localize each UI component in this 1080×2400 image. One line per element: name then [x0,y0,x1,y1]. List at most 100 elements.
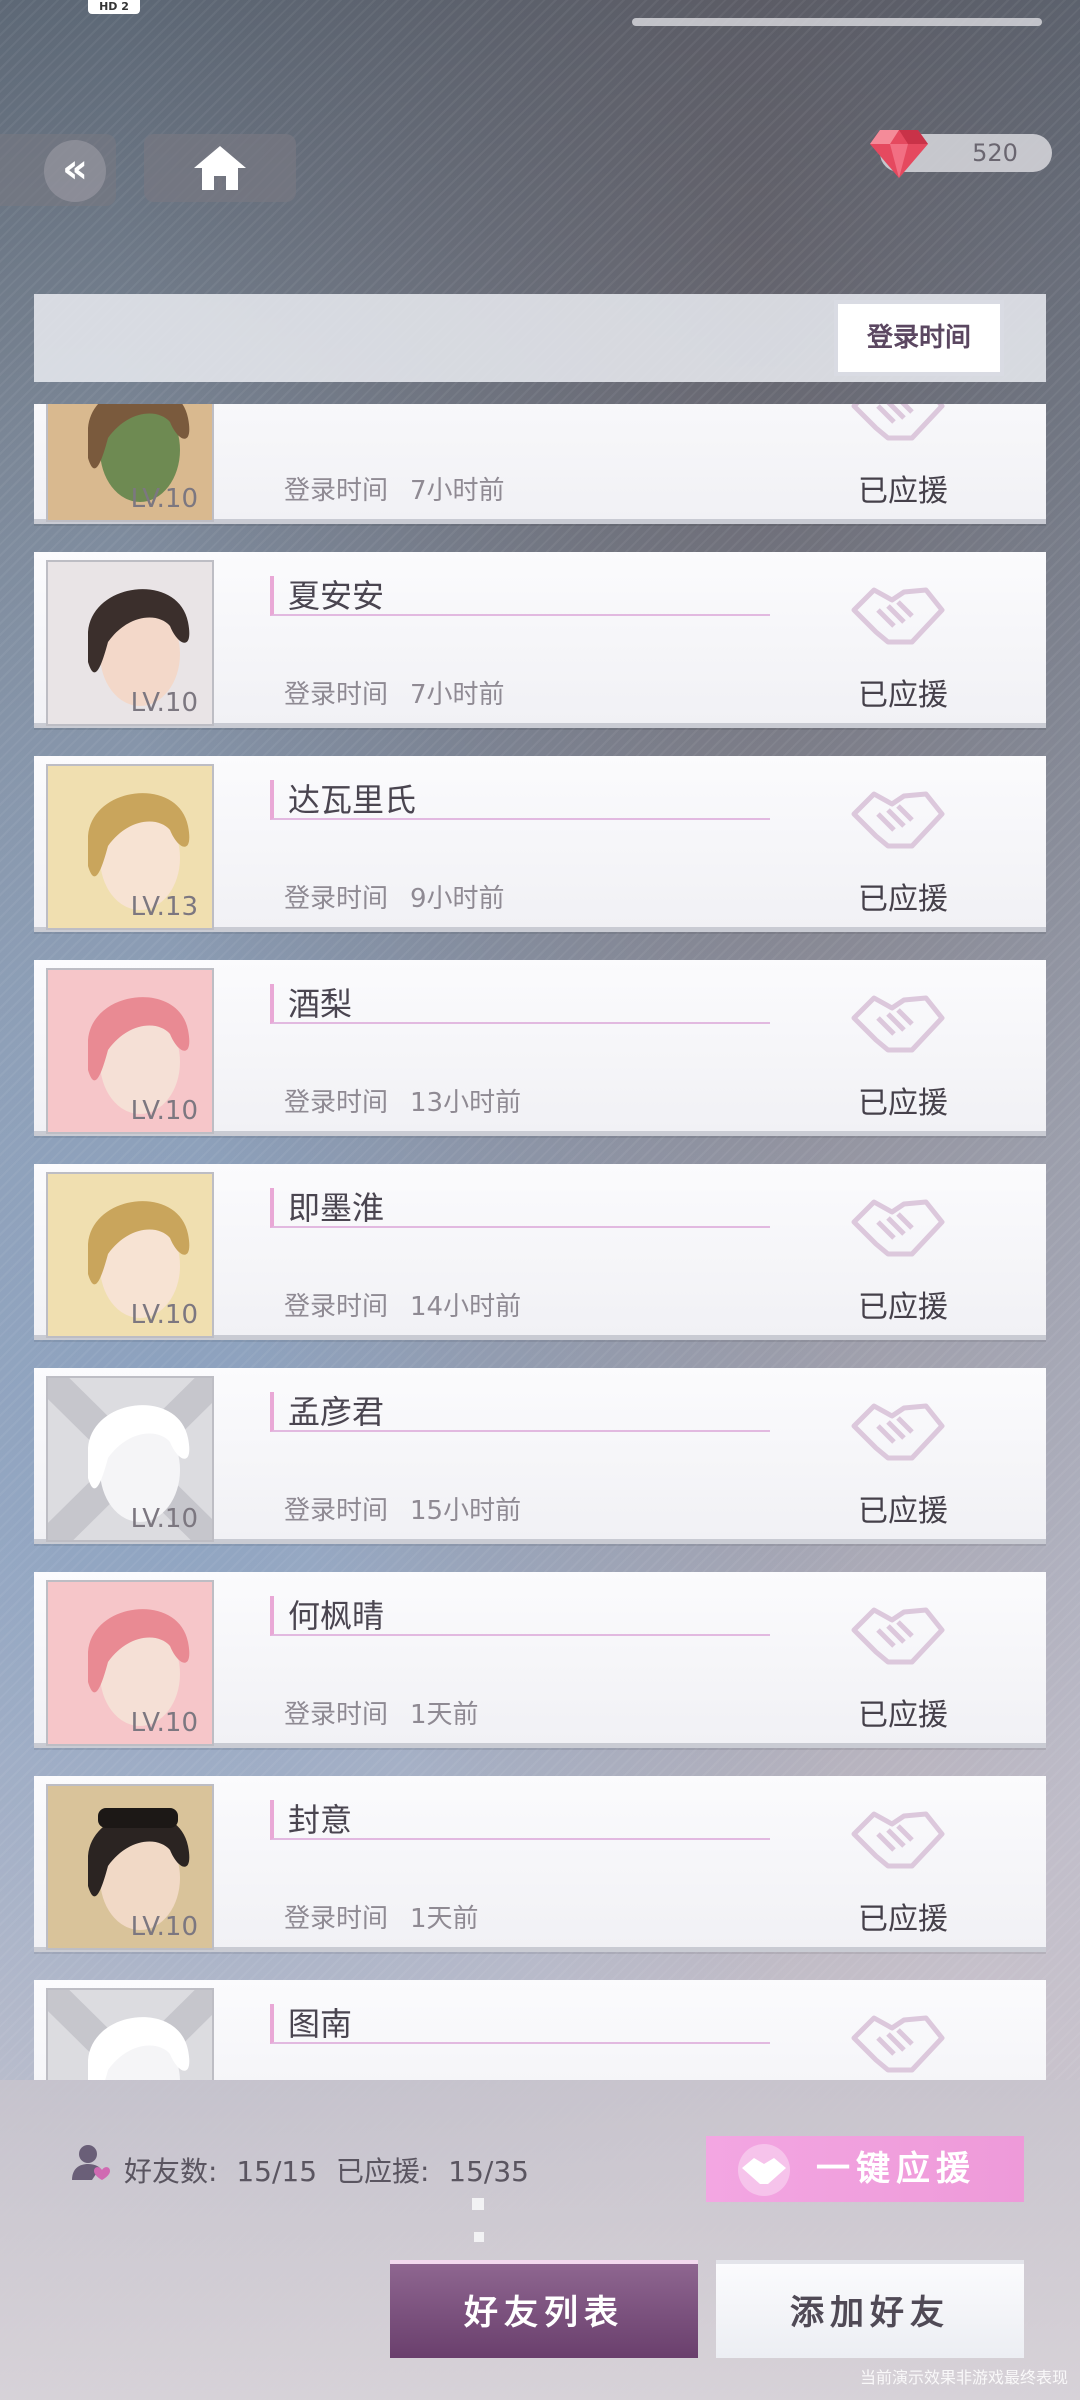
handshake-icon [851,791,945,849]
friend-row[interactable]: LV.13 达瓦里氏登录时间 9小时前 已应援 [34,756,1046,932]
status-bar: HD 2 [0,0,1080,26]
avatar[interactable]: LV.10 [46,1172,214,1338]
level-badge: LV.13 [130,892,198,922]
friend-row[interactable]: LV.10 封意登录时间 1天前 已应援 [34,1776,1046,1952]
friend-count-value: 15/15 [236,2155,318,2188]
login-time-value: 13小时前 [410,1088,522,1118]
friend-name: 图南 [288,2005,353,2043]
friend-row[interactable]: LV.10 何枫晴登录时间 1天前 已应援 [34,1572,1046,1748]
name-bar: 何枫晴 [270,1596,770,1636]
avatar[interactable]: LV.13 [46,764,214,930]
login-time-label: 登录时间 [284,884,389,914]
home-button[interactable] [144,134,296,202]
handshake-icon [851,1199,945,1257]
page-indicator-dot [472,2198,484,2210]
support-status: 已应援 [858,1290,948,1325]
friend-name: 何枫晴 [288,1597,385,1635]
friend-name: 孟彦君 [288,1393,385,1431]
login-time-value: 7小时前 [410,680,505,710]
login-time-label: 登录时间 [284,1088,389,1118]
friend-name: 夏安安 [288,577,385,615]
handshake-icon [851,1811,945,1869]
home-icon [194,146,246,190]
friend-name: 封意 [288,1801,353,1839]
portrait-placeholder-image [48,1990,212,2080]
login-time-label: 登录时间 [284,1904,389,1934]
friend-count-icon [72,2145,110,2180]
diamond-count: 520 [972,139,1018,167]
handshake-icon [851,587,945,645]
supported-value: 15/35 [448,2155,529,2188]
avatar[interactable]: LV.10 [46,560,214,726]
name-bar: 酒梨 [270,984,770,1024]
level-badge: LV.10 [130,484,198,514]
level-badge: LV.10 [130,1708,198,1738]
friend-list[interactable]: LV.10 登录时间 7小时前 已应援 LV.10 夏安安 登录时间 7小时前 已应援 LV.13… [34,404,1046,2080]
support-status: 已应援 [858,678,948,713]
diamond-counter[interactable]: 520 [870,130,1052,178]
friend-row[interactable]: LV.10 夏安安登录时间 7小时前 已应援 [34,552,1046,728]
name-bar: 孟彦君 [270,1392,770,1432]
avatar[interactable]: LV.10 [46,404,214,522]
handshake-icon [851,1403,945,1461]
support-status: 已应援 [858,882,948,917]
handshake-icon [851,1607,945,1665]
tab-friend-list[interactable]: 好友列表 [390,2260,698,2358]
login-time-value: 1天前 [410,1700,479,1730]
level-badge: LV.10 [130,1912,198,1942]
support-status: 已应援 [858,1086,948,1121]
friend-row[interactable]: LV.10 孟彦君登录时间 15小时前 已应援 [34,1368,1046,1544]
one-click-support-button[interactable]: 一键应援 [706,2136,1024,2202]
login-time-value: 9小时前 [410,884,505,914]
friend-count-label: 好友数: [124,2155,218,2188]
avatar[interactable]: LV.5 [46,1988,214,2080]
tab-add-friend[interactable]: 添加好友 [716,2260,1024,2358]
name-bar: 即墨淮 [270,1188,770,1228]
friend-row[interactable]: LV.10 酒梨登录时间 13小时前 已应援 [34,960,1046,1136]
name-bar: 夏安安 [270,576,770,616]
support-status: 已应援 [858,1494,948,1529]
supported-label: 已应援: [335,2155,430,2188]
login-time-label: 登录时间 [284,1496,389,1526]
avatar[interactable]: LV.10 [46,1784,214,1950]
handshake-icon [851,2015,945,2073]
login-time-value: 15小时前 [410,1496,522,1526]
hd-badge: HD 2 [88,0,140,14]
name-bar: 封意 [270,1800,770,1840]
friend-name: 酒梨 [288,985,353,1023]
login-time-label: 登录时间 [284,680,389,710]
handshake-icon [738,2144,790,2196]
friend-row[interactable]: LV.10 即墨淮登录时间 14小时前 已应援 [34,1164,1046,1340]
avatar[interactable]: LV.10 [46,1580,214,1746]
support-status: 已应援 [858,1698,948,1733]
login-time-label: 登录时间 [284,476,389,506]
login-time-value: 7小时前 [410,476,505,506]
avatar[interactable]: LV.10 [46,1376,214,1542]
login-time-label: 登录时间 [284,1292,389,1322]
support-status: 已应援 [858,1902,948,1937]
friend-name: 达瓦里氏 [288,781,417,819]
diamond-icon [870,130,928,178]
one-click-support-label: 一键应援 [816,2149,976,2189]
friend-name: 即墨淮 [288,1189,385,1227]
friend-stats: 好友数: 15/15 已应援: 15/35 [124,2150,529,2190]
double-chevron-left-icon: « [44,140,106,202]
level-badge: LV.10 [130,1300,198,1330]
gesture-bar[interactable] [632,18,1042,26]
level-badge: LV.10 [130,1504,198,1534]
login-time-value: 14小时前 [410,1292,522,1322]
avatar[interactable]: LV.10 [46,968,214,1134]
back-button[interactable]: « [0,134,116,206]
level-badge: LV.10 [130,688,198,718]
friend-row[interactable]: LV.5图南登录时间2天前已应援 [34,1980,1046,2080]
sort-by-login-time-button[interactable]: 登录时间 [834,300,1004,376]
friend-row[interactable]: LV.10 登录时间 7小时前 已应援 [34,404,1046,524]
level-badge: LV.10 [130,1096,198,1126]
handshake-icon [851,404,945,441]
handshake-icon [851,995,945,1053]
name-bar: 达瓦里氏 [270,780,770,820]
login-time-label: 登录时间 [284,1700,389,1730]
name-bar: 图南 [270,2004,770,2044]
support-status: 已应援 [858,474,948,509]
login-time-value: 1天前 [410,1904,479,1934]
